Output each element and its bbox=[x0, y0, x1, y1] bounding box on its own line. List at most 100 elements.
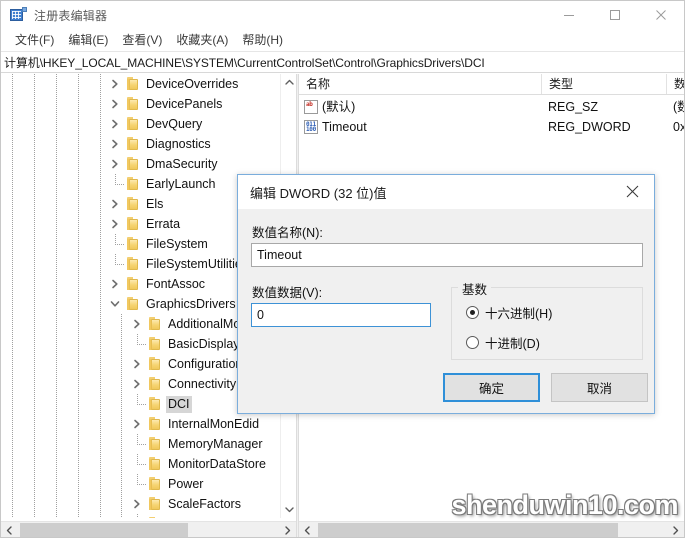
value-data-input[interactable]: 0 bbox=[251, 303, 431, 327]
ok-button[interactable]: 确定 bbox=[443, 373, 540, 402]
tree-item-label: DeviceOverrides bbox=[146, 76, 239, 91]
chevron-right-icon[interactable] bbox=[129, 374, 145, 394]
tree-item-scalefactors[interactable]: ScaleFactors bbox=[1, 494, 280, 514]
tree-connector bbox=[115, 244, 124, 245]
tree-guide-line bbox=[121, 314, 122, 518]
column-header-name[interactable]: 名称 bbox=[299, 74, 541, 94]
tree-item-label: Configuration bbox=[168, 356, 243, 371]
chevron-right-icon[interactable] bbox=[107, 274, 123, 294]
tree-item-devicepanels[interactable]: DevicePanels bbox=[1, 94, 280, 114]
tree-item-label: FontAssoc bbox=[146, 276, 206, 291]
chevron-right-icon[interactable] bbox=[129, 414, 145, 434]
tree-item-label: GraphicsDrivers bbox=[146, 296, 236, 311]
folder-icon bbox=[127, 277, 141, 290]
chevron-right-icon[interactable] bbox=[129, 314, 145, 334]
table-row[interactable]: ab (默认) REG_SZ (数 bbox=[299, 97, 684, 117]
tree-item-label: Diagnostics bbox=[146, 136, 211, 151]
tree-item-label: DevQuery bbox=[146, 116, 203, 131]
folder-icon bbox=[127, 177, 141, 190]
table-row[interactable]: 011100 Timeout REG_DWORD 0x bbox=[299, 117, 684, 137]
folder-icon bbox=[127, 197, 141, 210]
radio-hexadecimal-label: 十六进制(H) bbox=[485, 307, 553, 321]
tree-connector bbox=[137, 444, 146, 445]
dialog-close-button[interactable] bbox=[610, 175, 654, 207]
scroll-left-icon[interactable] bbox=[1, 522, 18, 537]
tree-item-label: Power bbox=[168, 476, 204, 491]
tree-horizontal-scrollbar[interactable] bbox=[1, 521, 296, 537]
chevron-right-icon[interactable] bbox=[107, 94, 123, 114]
folder-icon bbox=[127, 77, 141, 90]
list-horizontal-scrollbar[interactable] bbox=[299, 521, 684, 537]
column-header-data[interactable]: 数据 bbox=[666, 74, 684, 94]
cell-data: 0x bbox=[673, 120, 684, 134]
chevron-right-icon[interactable] bbox=[107, 74, 123, 94]
list-hscroll-thumb[interactable] bbox=[318, 523, 618, 537]
radio-decimal-indicator bbox=[466, 336, 479, 349]
tree-item-label: BasicDisplay bbox=[168, 336, 240, 351]
tree-connector bbox=[137, 474, 138, 485]
address-bar[interactable]: 计算机\HKEY_LOCAL_MACHINE\SYSTEM\CurrentCon… bbox=[1, 51, 684, 73]
tree-item-label: DmaSecurity bbox=[146, 156, 218, 171]
radio-hexadecimal-indicator bbox=[466, 306, 479, 319]
folder-icon bbox=[149, 457, 163, 470]
tree-item-label: TdrWatch bbox=[166, 516, 224, 519]
tree-item-monitordatastore[interactable]: MonitorDataStore bbox=[1, 454, 280, 474]
chevron-right-icon[interactable] bbox=[107, 194, 123, 214]
tree-item-label: Errata bbox=[146, 216, 181, 231]
tree-connector bbox=[137, 434, 138, 445]
chevron-down-icon[interactable] bbox=[107, 294, 123, 314]
folder-icon bbox=[127, 117, 141, 130]
list-scroll-left-icon[interactable] bbox=[299, 522, 316, 537]
chevron-right-icon[interactable] bbox=[129, 494, 145, 514]
registry-editor-window: 注册表编辑器 文件(F) 编辑(E) 查看(V) 收藏夹(A) 帮助(H) 计算… bbox=[0, 0, 685, 538]
column-header-type[interactable]: 类型 bbox=[541, 74, 666, 94]
menu-edit[interactable]: 编辑(E) bbox=[61, 29, 115, 51]
scroll-down-icon[interactable] bbox=[281, 501, 296, 518]
minimize-button[interactable] bbox=[546, 1, 592, 29]
close-button[interactable] bbox=[638, 1, 684, 29]
folder-icon bbox=[127, 157, 141, 170]
cell-name: (默认) bbox=[322, 100, 356, 114]
radio-hexadecimal[interactable]: 十六进制(H) bbox=[466, 303, 552, 322]
tree-connector bbox=[137, 514, 138, 518]
tree-item-devquery[interactable]: DevQuery bbox=[1, 114, 280, 134]
cell-name: Timeout bbox=[322, 120, 367, 134]
chevron-right-icon[interactable] bbox=[107, 134, 123, 154]
list-scroll-right-icon[interactable] bbox=[667, 522, 684, 537]
tree-item-power[interactable]: Power bbox=[1, 474, 280, 494]
tree-item-deviceoverrides[interactable]: DeviceOverrides bbox=[1, 74, 280, 94]
folder-icon bbox=[149, 477, 163, 490]
scroll-up-icon[interactable] bbox=[281, 74, 296, 91]
cell-type: REG_SZ bbox=[548, 100, 599, 114]
chevron-right-icon[interactable] bbox=[107, 214, 123, 234]
tree-item-dmasecurity[interactable]: DmaSecurity bbox=[1, 154, 280, 174]
tree-hscroll-thumb[interactable] bbox=[20, 523, 188, 537]
tree-item-memorymanager[interactable]: MemoryManager bbox=[1, 434, 280, 454]
scroll-right-icon[interactable] bbox=[279, 522, 296, 537]
cancel-button[interactable]: 取消 bbox=[551, 373, 648, 402]
value-list-header: 名称 类型 数据 bbox=[299, 74, 684, 95]
value-name-input[interactable]: Timeout bbox=[251, 243, 643, 267]
tree-connector bbox=[115, 184, 124, 185]
menu-favorites[interactable]: 收藏夹(A) bbox=[169, 29, 235, 51]
tree-connector bbox=[115, 174, 116, 185]
chevron-right-icon[interactable] bbox=[107, 154, 123, 174]
menu-file[interactable]: 文件(F) bbox=[8, 29, 61, 51]
cell-type: REG_DWORD bbox=[548, 120, 631, 134]
chevron-right-icon[interactable] bbox=[129, 354, 145, 374]
tree-connector bbox=[137, 334, 138, 345]
menu-help[interactable]: 帮助(H) bbox=[235, 29, 290, 51]
value-name-label: 数值名称(N): bbox=[252, 226, 323, 240]
maximize-button[interactable] bbox=[592, 1, 638, 29]
tree-item-internalmonedid[interactable]: InternalMonEdid bbox=[1, 414, 280, 434]
tree-item-diagnostics[interactable]: Diagnostics bbox=[1, 134, 280, 154]
menu-view[interactable]: 查看(V) bbox=[115, 29, 169, 51]
tree-item-label: DevicePanels bbox=[146, 96, 223, 111]
cell-data: (数 bbox=[673, 100, 684, 114]
radio-decimal[interactable]: 十进制(D) bbox=[466, 333, 540, 352]
chevron-right-icon[interactable] bbox=[107, 114, 123, 134]
folder-icon bbox=[149, 377, 163, 390]
menu-bar: 文件(F) 编辑(E) 查看(V) 收藏夹(A) 帮助(H) bbox=[1, 29, 684, 51]
tree-item-tdrwatch[interactable]: TdrWatch bbox=[1, 514, 280, 518]
tree-connector bbox=[137, 344, 146, 345]
